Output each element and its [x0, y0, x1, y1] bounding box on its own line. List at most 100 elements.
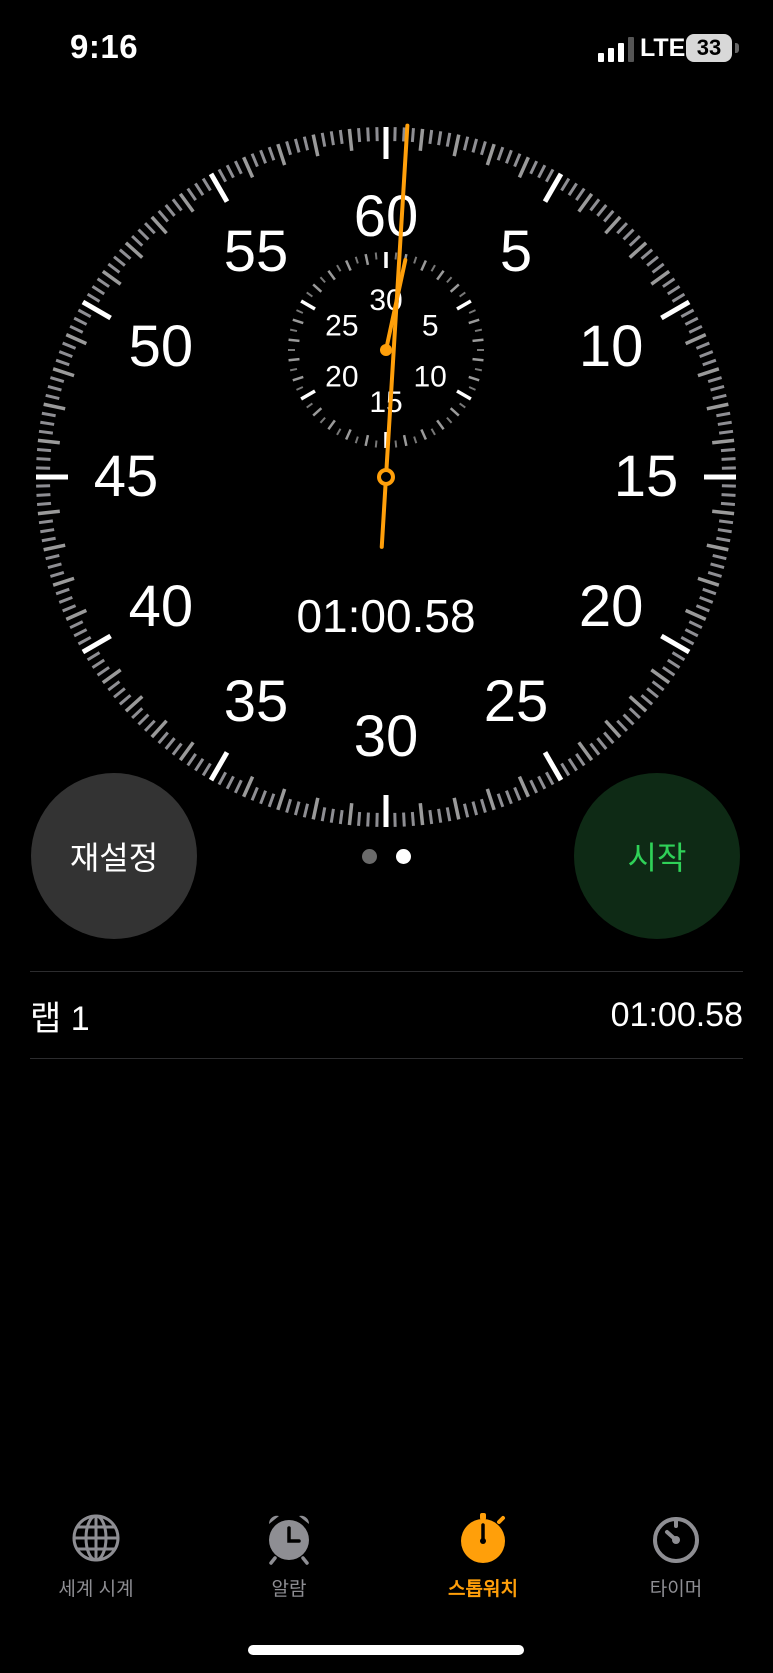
- seconds-tick: [688, 620, 703, 630]
- seconds-tick: [217, 771, 227, 786]
- seconds-tick: [428, 129, 434, 145]
- minutes-tick: [459, 402, 466, 409]
- seconds-tick: [366, 812, 370, 827]
- seconds-tick: [695, 341, 710, 350]
- seconds-tick: [567, 182, 578, 197]
- seconds-tick: [107, 262, 121, 274]
- seconds-tick: [118, 248, 132, 260]
- seconds-tick: [276, 788, 287, 811]
- stopwatch-icon: [461, 1513, 505, 1563]
- minutes-tick: [468, 375, 480, 382]
- seconds-tick: [513, 153, 522, 168]
- seconds-tick: [137, 228, 150, 241]
- minutes-tick: [327, 419, 336, 431]
- minutes-tick: [364, 434, 370, 447]
- minutes-tick: [402, 434, 408, 447]
- seconds-tick: [471, 801, 479, 816]
- minutes-tick: [420, 428, 428, 441]
- seconds-tick: [157, 209, 169, 223]
- seconds-tick: [616, 719, 629, 732]
- seconds-label: 15: [614, 444, 679, 509]
- minutes-tick: [292, 318, 304, 325]
- tab-label: 스톱워치: [448, 1579, 518, 1600]
- lap-time: 01:00.58: [610, 995, 743, 1034]
- lap-label: 랩 1: [30, 999, 90, 1038]
- seconds-tick: [418, 128, 425, 151]
- minutes-tick: [374, 440, 378, 448]
- tab-stopwatch[interactable]: 스톱워치: [403, 1510, 563, 1601]
- minutes-label: 5: [422, 310, 439, 343]
- seconds-tick: [201, 762, 212, 777]
- seconds-tick: [113, 687, 126, 699]
- minutes-label: 15: [369, 386, 402, 419]
- seconds-tick: [702, 358, 717, 367]
- seconds-tick: [712, 438, 735, 445]
- tab-timer[interactable]: 타이머: [596, 1510, 756, 1601]
- seconds-tick: [712, 553, 727, 561]
- seconds-tick: [628, 234, 641, 247]
- seconds-label: 60: [354, 184, 419, 249]
- seconds-tick: [716, 411, 731, 418]
- minutes-tick: [449, 407, 460, 417]
- seconds-tick: [45, 393, 60, 401]
- seconds-label: 30: [354, 704, 419, 769]
- seconds-tick: [37, 438, 60, 445]
- seconds-tick: [91, 658, 106, 669]
- seconds-tick: [45, 553, 60, 561]
- seconds-tick: [596, 204, 608, 217]
- minutes-tick: [289, 367, 298, 372]
- minutes-tick: [292, 375, 304, 382]
- minutes-tick: [288, 357, 300, 362]
- seconds-tick: [38, 429, 54, 435]
- seconds-tick: [529, 160, 539, 175]
- seconds-tick: [567, 757, 578, 772]
- minutes-tick: [327, 269, 336, 281]
- seconds-tick: [96, 277, 110, 288]
- minutes-tick: [420, 259, 428, 272]
- seconds-tick: [55, 587, 70, 596]
- tab-bar: 세계 시계 알람 스톱워치 타이머: [0, 1510, 773, 1610]
- seconds-tick: [575, 187, 586, 201]
- alarm-clock-icon: [268, 1515, 310, 1565]
- seconds-tick: [712, 509, 735, 516]
- seconds-tick: [402, 812, 406, 827]
- minutes-tick: [354, 436, 359, 444]
- seconds-tick: [699, 350, 714, 358]
- seconds-tick: [38, 519, 54, 525]
- seconds-tick: [77, 308, 92, 318]
- seconds-tick: [91, 285, 106, 296]
- seconds-tick: [560, 177, 571, 192]
- seconds-tick: [329, 808, 335, 823]
- seconds-tick: [43, 402, 66, 411]
- seconds-tick: [545, 168, 555, 183]
- home-indicator[interactable]: [248, 1645, 524, 1655]
- seconds-tick: [589, 198, 601, 212]
- seconds-tick: [276, 143, 287, 166]
- seconds-tick: [49, 376, 65, 384]
- seconds-tick: [717, 420, 732, 426]
- page-indicator[interactable]: [0, 849, 773, 865]
- seconds-tick: [628, 707, 641, 720]
- seconds-tick: [517, 156, 530, 179]
- minutes-tick: [474, 328, 483, 333]
- seconds-label: 45: [94, 444, 159, 509]
- seconds-tick: [721, 457, 736, 461]
- seconds-tick: [537, 775, 547, 790]
- seconds-label: 5: [500, 219, 532, 284]
- tab-world-clock[interactable]: 세계 시계: [16, 1510, 176, 1601]
- page-dot-1[interactable]: [362, 849, 377, 864]
- seconds-tick: [720, 448, 736, 453]
- tab-alarm[interactable]: 알람: [209, 1510, 369, 1601]
- seconds-tick: [58, 596, 73, 604]
- seconds-tick: [479, 798, 487, 814]
- minutes-tick: [296, 309, 304, 314]
- minutes-tick: [472, 357, 484, 362]
- minutes-tick: [364, 253, 370, 266]
- seconds-label: 55: [224, 219, 289, 284]
- page-dot-2[interactable]: [396, 849, 411, 864]
- seconds-tick: [233, 160, 243, 175]
- seconds-tick: [131, 234, 144, 247]
- minutes-tick: [300, 299, 316, 311]
- minutes-tick: [436, 419, 445, 431]
- seconds-tick: [717, 528, 732, 534]
